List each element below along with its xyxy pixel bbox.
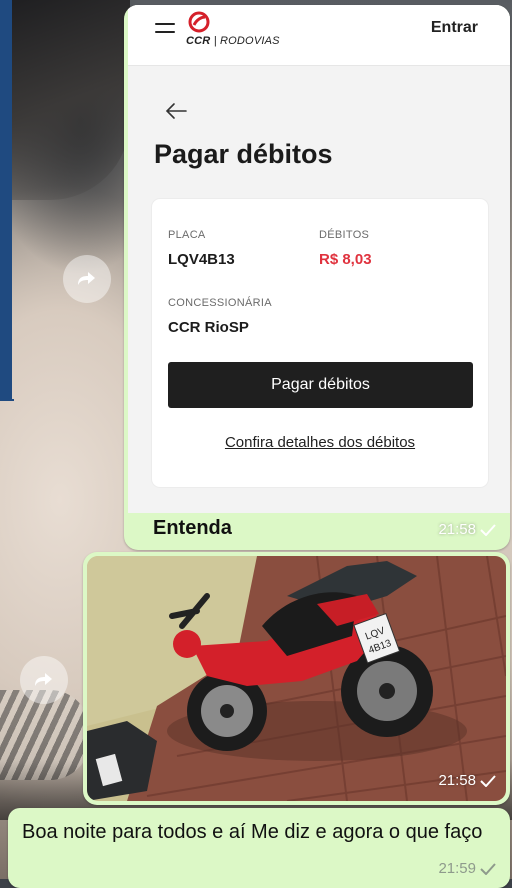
timestamp-text: 21:58 <box>438 772 476 789</box>
plate-label: PLACA <box>168 229 206 241</box>
menu-icon <box>155 23 175 37</box>
login-link: Entrar <box>430 19 478 36</box>
debt-details-link: Confira detalhes dos débitos <box>224 434 416 451</box>
app-header: CCR | RODOVIAS Entrar <box>128 5 510 66</box>
concession-label: CONCESSIONÁRIA <box>168 297 272 309</box>
forward-icon <box>78 272 95 285</box>
forward-icon <box>35 673 52 686</box>
app-screenshot: CCR | RODOVIAS Entrar Pagar débitos PLAC… <box>128 5 510 513</box>
forward-button-1[interactable] <box>63 255 111 303</box>
message-text: Boa noite para todos e aí Me diz e agora… <box>22 821 483 843</box>
motorcycle-photo[interactable]: LQV 4B13 <box>87 556 506 801</box>
debt-card: PLACA LQV4B13 DÉBITOS R$ 8,03 CONCESSION… <box>152 199 488 487</box>
pay-debts-button: Pagar débitos <box>168 362 473 408</box>
message-bubble-screenshot[interactable]: CCR | RODOVIAS Entrar Pagar débitos PLAC… <box>124 5 510 550</box>
plate-value: LQV4B13 <box>168 251 235 268</box>
ccr-logo-icon <box>188 11 210 33</box>
read-check-icon <box>480 774 496 787</box>
read-check-icon <box>480 862 496 875</box>
timestamp-text: 21:59 <box>438 860 476 877</box>
brand-logo-text: CCR | RODOVIAS <box>186 35 280 47</box>
message-caption: Entenda <box>153 517 232 539</box>
background-photo-edge <box>0 0 12 400</box>
brand-division: RODOVIAS <box>220 35 280 47</box>
timestamp-text: 21:58 <box>438 521 476 538</box>
message-bubble-photo[interactable]: LQV 4B13 21:58 <box>83 552 510 805</box>
page-title: Pagar débitos <box>154 139 333 169</box>
back-arrow-icon <box>165 103 187 119</box>
background-divider <box>0 399 14 401</box>
debts-label: DÉBITOS <box>319 229 370 241</box>
background-photo-hair <box>10 0 130 200</box>
debts-value: R$ 8,03 <box>319 251 372 268</box>
read-check-icon <box>480 523 496 536</box>
message-timestamp: 21:58 <box>438 521 496 538</box>
brand-name: CCR <box>186 35 211 47</box>
motorcycle-photo-illustration: LQV 4B13 <box>87 556 506 801</box>
forward-button-2[interactable] <box>20 656 68 704</box>
message-bubble-text[interactable]: Boa noite para todos e aí Me diz e agora… <box>8 808 510 888</box>
concession-value: CCR RioSP <box>168 319 249 336</box>
message-timestamp: 21:59 <box>438 860 496 877</box>
message-timestamp: 21:58 <box>438 772 496 789</box>
